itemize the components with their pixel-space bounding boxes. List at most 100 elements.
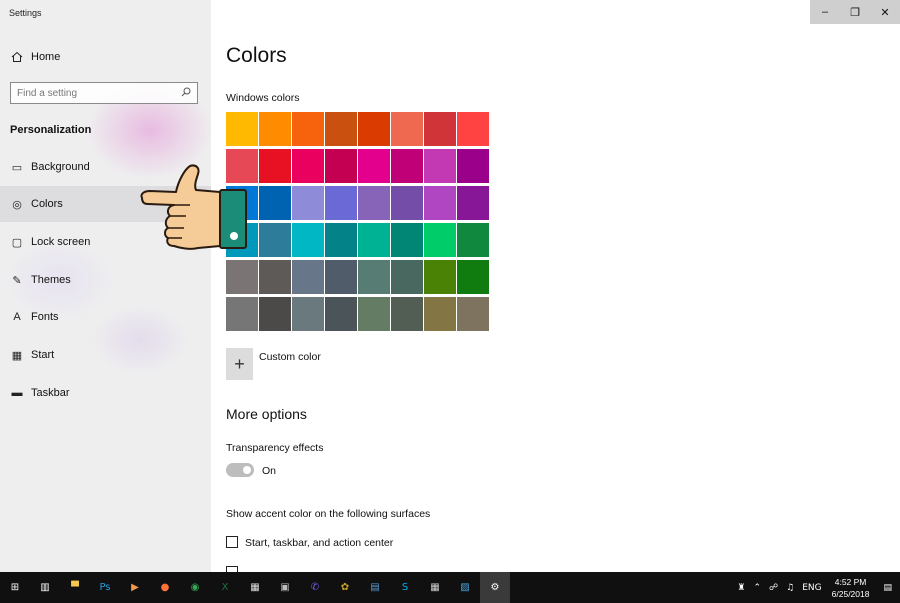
color-swatch[interactable] bbox=[457, 297, 489, 331]
color-swatch[interactable] bbox=[292, 186, 324, 220]
color-swatch[interactable] bbox=[457, 112, 489, 146]
window-controls: – ❐ ✕ bbox=[810, 0, 900, 24]
color-swatch[interactable] bbox=[457, 223, 489, 257]
people-icon[interactable]: ♜ bbox=[733, 583, 749, 593]
lock-screen-icon: ▢ bbox=[11, 236, 23, 249]
color-swatch[interactable] bbox=[424, 149, 456, 183]
color-swatch[interactable] bbox=[391, 260, 423, 294]
taskbar-button-settings[interactable]: ⚙ bbox=[480, 572, 510, 603]
minimize-button[interactable]: – bbox=[810, 0, 840, 24]
start-icon: ▦ bbox=[11, 349, 23, 362]
taskbar-button-viber[interactable]: ✆ bbox=[300, 572, 330, 603]
color-swatch[interactable] bbox=[391, 149, 423, 183]
taskbar-button-chrome[interactable]: ◉ bbox=[180, 572, 210, 603]
taskbar-button-media-player[interactable]: ▶ bbox=[120, 572, 150, 603]
color-swatch[interactable] bbox=[325, 186, 357, 220]
color-swatch[interactable] bbox=[226, 297, 258, 331]
taskbar-button-calendar[interactable]: ▦ bbox=[240, 572, 270, 603]
plus-icon: + bbox=[234, 353, 245, 374]
color-swatch[interactable] bbox=[424, 223, 456, 257]
color-swatch[interactable] bbox=[358, 186, 390, 220]
clock[interactable]: 4:52 PM 6/25/2018 bbox=[826, 576, 876, 600]
color-swatch[interactable] bbox=[358, 260, 390, 294]
calculator-icon: ▦ bbox=[430, 582, 440, 593]
color-swatch[interactable] bbox=[358, 223, 390, 257]
start-taskbar-checkbox[interactable] bbox=[226, 536, 238, 548]
color-swatch[interactable] bbox=[259, 297, 291, 331]
color-swatch[interactable] bbox=[259, 186, 291, 220]
color-swatch[interactable] bbox=[226, 112, 258, 146]
chevron-up-icon[interactable]: ⌃ bbox=[750, 583, 766, 593]
color-swatch[interactable] bbox=[358, 149, 390, 183]
taskbar-button-remote-desktop[interactable]: ▨ bbox=[450, 572, 480, 603]
color-swatch[interactable] bbox=[358, 297, 390, 331]
taskbar-button-start[interactable]: ⊞ bbox=[0, 572, 30, 603]
color-swatch[interactable] bbox=[292, 112, 324, 146]
taskbar-button-calculator[interactable]: ▦ bbox=[420, 572, 450, 603]
sidebar-item-themes[interactable]: ✎ Themes bbox=[0, 262, 211, 298]
taskbar-button-file-explorer[interactable]: ▀ bbox=[60, 572, 90, 603]
media-player-icon: ▶ bbox=[131, 582, 139, 593]
color-swatch[interactable] bbox=[424, 260, 456, 294]
taskbar-button-photos[interactable]: ▤ bbox=[360, 572, 390, 603]
transparency-toggle[interactable] bbox=[226, 463, 254, 477]
color-swatch[interactable] bbox=[457, 149, 489, 183]
sidebar-item-label: Lock screen bbox=[31, 236, 91, 248]
close-button[interactable]: ✕ bbox=[870, 0, 900, 24]
sidebar-item-start[interactable]: ▦ Start bbox=[0, 337, 211, 373]
taskbar-button-photoshop[interactable]: Ps bbox=[90, 572, 120, 603]
color-swatch[interactable] bbox=[424, 297, 456, 331]
notifications-icon[interactable]: ▤ bbox=[875, 583, 900, 593]
sidebar-item-taskbar[interactable]: ▬ Taskbar bbox=[0, 375, 211, 411]
color-swatch[interactable] bbox=[325, 297, 357, 331]
search-input[interactable]: Find a setting bbox=[10, 82, 198, 104]
taskbar-button-task-view[interactable]: ▥ bbox=[30, 572, 60, 603]
sidebar-item-label: Start bbox=[31, 349, 55, 361]
color-swatch[interactable] bbox=[259, 112, 291, 146]
color-swatch[interactable] bbox=[457, 260, 489, 294]
taskbar-button-excel[interactable]: X bbox=[210, 572, 240, 603]
color-swatch[interactable] bbox=[391, 223, 423, 257]
sidebar-item-home[interactable]: Home bbox=[0, 39, 211, 75]
search-placeholder: Find a setting bbox=[17, 87, 78, 99]
maximize-button[interactable]: ❐ bbox=[840, 0, 870, 24]
color-swatch[interactable] bbox=[325, 260, 357, 294]
color-swatch[interactable] bbox=[325, 223, 357, 257]
color-swatch[interactable] bbox=[424, 112, 456, 146]
custom-color-button[interactable]: + bbox=[226, 348, 253, 380]
color-swatch[interactable] bbox=[292, 149, 324, 183]
color-swatch[interactable] bbox=[391, 112, 423, 146]
taskbar-button-tools[interactable]: ✿ bbox=[330, 572, 360, 603]
color-swatch[interactable] bbox=[292, 297, 324, 331]
calendar-icon: ▦ bbox=[250, 582, 260, 593]
color-swatch[interactable] bbox=[292, 260, 324, 294]
sidebar-item-label: Background bbox=[31, 161, 90, 173]
pointing-hand-icon bbox=[140, 164, 247, 250]
color-swatch[interactable] bbox=[391, 186, 423, 220]
color-swatch[interactable] bbox=[424, 186, 456, 220]
more-options-title: More options bbox=[226, 406, 307, 422]
color-swatch[interactable] bbox=[259, 260, 291, 294]
skype-icon: S bbox=[401, 582, 409, 593]
color-swatch[interactable] bbox=[226, 260, 258, 294]
color-swatch[interactable] bbox=[391, 297, 423, 331]
search-icon[interactable] bbox=[179, 87, 193, 100]
volume-icon[interactable]: ♫ bbox=[782, 583, 798, 593]
accent-surfaces-label: Show accent color on the following surfa… bbox=[226, 508, 431, 520]
color-swatch[interactable] bbox=[292, 223, 324, 257]
color-swatch[interactable] bbox=[358, 112, 390, 146]
taskbar-button-firefox[interactable]: ● bbox=[150, 572, 180, 603]
taskbar-button-network[interactable]: ▣ bbox=[270, 572, 300, 603]
color-swatch[interactable] bbox=[259, 223, 291, 257]
color-swatch[interactable] bbox=[325, 112, 357, 146]
language-indicator[interactable]: ENG bbox=[798, 583, 825, 593]
fonts-icon: A bbox=[13, 311, 21, 323]
color-swatch[interactable] bbox=[457, 186, 489, 220]
sidebar-item-fonts[interactable]: A Fonts bbox=[0, 299, 211, 335]
color-swatch[interactable] bbox=[259, 149, 291, 183]
start-icon: ⊞ bbox=[10, 582, 20, 593]
taskbar-button-skype[interactable]: S bbox=[390, 572, 420, 603]
system-tray: ♜ ⌃ ☍ ♫ ENG 4:52 PM 6/25/2018 ▤ bbox=[733, 572, 900, 603]
network-tray-icon[interactable]: ☍ bbox=[765, 583, 782, 593]
color-swatch[interactable] bbox=[325, 149, 357, 183]
